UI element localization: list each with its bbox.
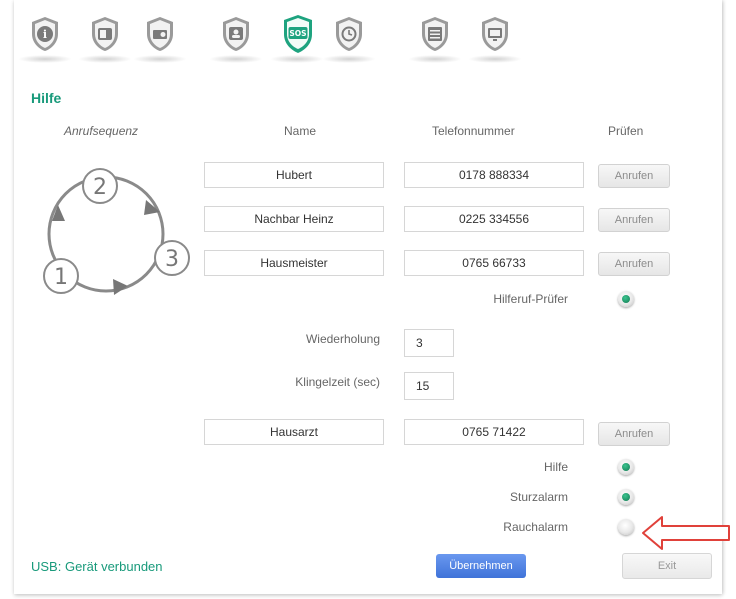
contact-phone-field[interactable]: 0225 334556 bbox=[404, 206, 584, 232]
sequence-node-2: 2 bbox=[93, 175, 107, 200]
sos-icon[interactable]: SOS bbox=[282, 14, 312, 53]
toolbar: i SOS bbox=[0, 0, 736, 70]
doctor-phone-field[interactable]: 0765 71422 bbox=[404, 419, 584, 445]
sequence-label: Anrufsequenz bbox=[64, 124, 139, 138]
call-button[interactable]: Anrufen bbox=[598, 208, 670, 232]
info-icon[interactable]: i bbox=[30, 16, 60, 52]
contacts-icon[interactable] bbox=[90, 16, 120, 52]
annotation-arrow-icon bbox=[642, 516, 730, 550]
contact-name-field[interactable]: Nachbar Heinz bbox=[204, 206, 384, 232]
call-button[interactable]: Anrufen bbox=[598, 164, 670, 188]
option-label-help: Hilfe bbox=[543, 460, 568, 474]
contact-phone-field[interactable]: 0178 888334 bbox=[404, 162, 584, 188]
help-check-label: Hilferuf-Prüfer bbox=[493, 292, 568, 306]
toolbar-shadow bbox=[78, 55, 132, 63]
device-icon[interactable] bbox=[145, 16, 175, 52]
exit-button[interactable]: Exit bbox=[622, 553, 712, 579]
toolbar-shadow bbox=[209, 55, 263, 63]
toolbar-shadow bbox=[468, 55, 522, 63]
toolbar-shadow bbox=[322, 55, 376, 63]
toolbar-shadow bbox=[18, 55, 72, 63]
sequence-node-3: 3 bbox=[165, 247, 179, 272]
ring-time-label: Klingelzeit (sec) bbox=[295, 375, 380, 389]
option-radio-help[interactable] bbox=[618, 459, 634, 475]
sequence-node-1: 1 bbox=[54, 265, 68, 290]
call-sequence-diagram: 2 3 1 bbox=[43, 168, 190, 295]
option-radio-smoke-alarm[interactable] bbox=[618, 519, 634, 535]
column-header-check: Prüfen bbox=[608, 124, 644, 138]
column-header-phone: Telefonnummer bbox=[432, 124, 515, 138]
option-label-fall-alarm: Sturzalarm bbox=[509, 490, 568, 504]
help-check-radio[interactable] bbox=[618, 291, 634, 307]
usb-status: USB: Gerät verbunden bbox=[31, 559, 163, 574]
monitor-icon[interactable] bbox=[480, 16, 510, 52]
call-button[interactable]: Anrufen bbox=[598, 252, 670, 276]
option-radio-fall-alarm[interactable] bbox=[618, 489, 634, 505]
ring-time-input[interactable]: 15 bbox=[404, 372, 454, 400]
user-icon[interactable] bbox=[221, 16, 251, 52]
svg-text:SOS: SOS bbox=[289, 29, 306, 38]
contact-name-field[interactable]: Hausmeister bbox=[204, 250, 384, 276]
svg-text:i: i bbox=[43, 28, 47, 41]
call-doctor-button[interactable]: Anrufen bbox=[598, 422, 670, 446]
apply-button[interactable]: Übernehmen bbox=[436, 554, 526, 578]
alarm-clock-icon[interactable] bbox=[334, 16, 364, 52]
doctor-name-field[interactable]: Hausarzt bbox=[204, 419, 384, 445]
repeat-input[interactable]: 3 bbox=[404, 329, 454, 357]
page-title: Hilfe bbox=[31, 90, 62, 106]
settings-list-icon[interactable] bbox=[420, 16, 450, 52]
toolbar-shadow bbox=[408, 55, 462, 63]
repeat-label: Wiederholung bbox=[305, 332, 380, 346]
column-header-name: Name bbox=[284, 124, 317, 138]
option-label-smoke-alarm: Rauchalarm bbox=[503, 520, 568, 534]
toolbar-shadow bbox=[270, 55, 324, 63]
contact-name-field[interactable]: Hubert bbox=[204, 162, 384, 188]
contact-phone-field[interactable]: 0765 66733 bbox=[404, 250, 584, 276]
toolbar-shadow bbox=[133, 55, 187, 63]
